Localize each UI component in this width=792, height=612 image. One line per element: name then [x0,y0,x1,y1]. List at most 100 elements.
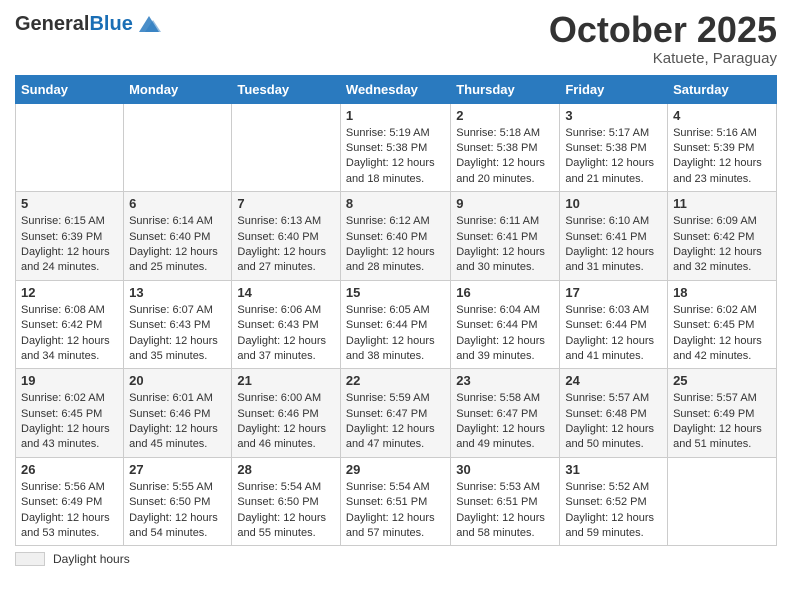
day-info: Sunrise: 5:18 AM Sunset: 5:38 PM Dayligh… [456,126,554,188]
day-number: 31 [565,462,662,477]
week-row-4: 26 Sunrise: 5:56 AM Sunset: 6:49 PM Dayli… [16,457,777,546]
day-cell: 19 Sunrise: 6:02 AM Sunset: 6:45 PM Dayli… [16,369,124,458]
day-info: Sunrise: 6:00 AM Sunset: 6:46 PM Dayligh… [237,391,335,453]
day-cell: 13Sunrise: 6:07 AM Sunset: 6:43 PM Dayli… [124,280,232,369]
day-info: Sunrise: 5:57 AM Sunset: 6:48 PM Dayligh… [565,391,662,453]
day-cell: 30Sunrise: 5:53 AM Sunset: 6:51 PM Dayli… [451,457,560,546]
day-cell: 15Sunrise: 6:05 AM Sunset: 6:44 PM Dayli… [340,280,450,369]
day-number: 21 [237,373,335,388]
day-info: Sunrise: 5:54 AM Sunset: 6:51 PM Dayligh… [346,480,445,542]
day-cell: 14Sunrise: 6:06 AM Sunset: 6:43 PM Dayli… [232,280,341,369]
day-number: 23 [456,373,554,388]
col-header-saturday: Saturday [668,75,777,103]
day-info: Sunrise: 5:56 AM Sunset: 6:49 PM Dayligh… [21,480,118,542]
day-cell [668,457,777,546]
day-number: 22 [346,373,445,388]
day-number: 18 [673,285,771,300]
logo-general-text: General [15,13,89,35]
col-header-monday: Monday [124,75,232,103]
day-number: 25 [673,373,771,388]
col-header-wednesday: Wednesday [340,75,450,103]
day-number: 26 [21,462,118,477]
calendar-table: SundayMondayTuesdayWednesdayThursdayFrid… [15,75,777,547]
month-title: October 2025 [549,10,777,50]
day-cell: 3 Sunrise: 5:17 AM Sunset: 5:38 PM Daylig… [560,103,668,192]
logo-icon [135,10,163,38]
day-cell: 10Sunrise: 6:10 AM Sunset: 6:41 PM Dayli… [560,192,668,281]
day-number: 27 [129,462,226,477]
day-info: Sunrise: 6:01 AM Sunset: 6:46 PM Dayligh… [129,391,226,453]
day-cell: 20Sunrise: 6:01 AM Sunset: 6:46 PM Dayli… [124,369,232,458]
day-number: 5 [21,196,118,211]
day-info: Sunrise: 5:17 AM Sunset: 5:38 PM Dayligh… [565,126,662,188]
day-info: Sunrise: 6:12 AM Sunset: 6:40 PM Dayligh… [346,214,445,276]
day-number: 6 [129,196,226,211]
week-row-2: 12 Sunrise: 6:08 AM Sunset: 6:42 PM Dayli… [16,280,777,369]
logo-blue-text: Blue [89,13,132,35]
day-cell: 28 Sunrise: 5:54 AM Sunset: 6:50 PM Dayli… [232,457,341,546]
week-row-0: 1 Sunrise: 5:19 AM Sunset: 5:38 PM Daylig… [16,103,777,192]
day-info: Sunrise: 6:04 AM Sunset: 6:44 PM Dayligh… [456,303,554,365]
day-cell: 11Sunrise: 6:09 AM Sunset: 6:42 PM Dayli… [668,192,777,281]
day-info: Sunrise: 6:08 AM Sunset: 6:42 PM Dayligh… [21,303,118,365]
day-cell: 21 Sunrise: 6:00 AM Sunset: 6:46 PM Dayli… [232,369,341,458]
day-cell: 7 Sunrise: 6:13 AM Sunset: 6:40 PM Daylig… [232,192,341,281]
day-number: 3 [565,108,662,123]
day-info: Sunrise: 5:57 AM Sunset: 6:49 PM Dayligh… [673,391,771,453]
daylight-label: Daylight hours [53,552,130,566]
day-number: 29 [346,462,445,477]
day-cell: 6 Sunrise: 6:14 AM Sunset: 6:40 PM Daylig… [124,192,232,281]
day-cell: 25 Sunrise: 5:57 AM Sunset: 6:49 PM Dayli… [668,369,777,458]
daylight-box [15,552,45,566]
day-info: Sunrise: 6:02 AM Sunset: 6:45 PM Dayligh… [21,391,118,453]
day-info: Sunrise: 6:05 AM Sunset: 6:44 PM Dayligh… [346,303,445,365]
day-cell [232,103,341,192]
day-info: Sunrise: 5:52 AM Sunset: 6:52 PM Dayligh… [565,480,662,542]
header-row: SundayMondayTuesdayWednesdayThursdayFrid… [16,75,777,103]
day-cell: 23 Sunrise: 5:58 AM Sunset: 6:47 PM Dayli… [451,369,560,458]
day-cell: 31 Sunrise: 5:52 AM Sunset: 6:52 PM Dayli… [560,457,668,546]
day-number: 2 [456,108,554,123]
day-cell: 8 Sunrise: 6:12 AM Sunset: 6:40 PM Daylig… [340,192,450,281]
day-info: Sunrise: 6:03 AM Sunset: 6:44 PM Dayligh… [565,303,662,365]
day-info: Sunrise: 5:19 AM Sunset: 5:38 PM Dayligh… [346,126,445,188]
col-header-thursday: Thursday [451,75,560,103]
day-info: Sunrise: 5:54 AM Sunset: 6:50 PM Dayligh… [237,480,335,542]
day-number: 19 [21,373,118,388]
day-number: 28 [237,462,335,477]
day-cell: 29 Sunrise: 5:54 AM Sunset: 6:51 PM Dayli… [340,457,450,546]
day-cell: 24 Sunrise: 5:57 AM Sunset: 6:48 PM Dayli… [560,369,668,458]
day-cell: 4Sunrise: 5:16 AM Sunset: 5:39 PM Daylig… [668,103,777,192]
day-cell: 12 Sunrise: 6:08 AM Sunset: 6:42 PM Dayli… [16,280,124,369]
day-cell [16,103,124,192]
day-cell: 2 Sunrise: 5:18 AM Sunset: 5:38 PM Daylig… [451,103,560,192]
day-cell: 22 Sunrise: 5:59 AM Sunset: 6:47 PM Dayli… [340,369,450,458]
day-info: Sunrise: 6:10 AM Sunset: 6:41 PM Dayligh… [565,214,662,276]
day-number: 1 [346,108,445,123]
logo: GeneralBlue [15,10,163,38]
day-number: 17 [565,285,662,300]
col-header-sunday: Sunday [16,75,124,103]
day-info: Sunrise: 5:59 AM Sunset: 6:47 PM Dayligh… [346,391,445,453]
day-info: Sunrise: 6:14 AM Sunset: 6:40 PM Dayligh… [129,214,226,276]
day-number: 24 [565,373,662,388]
day-number: 14 [237,285,335,300]
day-info: Sunrise: 6:11 AM Sunset: 6:41 PM Dayligh… [456,214,554,276]
col-header-friday: Friday [560,75,668,103]
day-cell: 1 Sunrise: 5:19 AM Sunset: 5:38 PM Daylig… [340,103,450,192]
day-number: 7 [237,196,335,211]
week-row-3: 19 Sunrise: 6:02 AM Sunset: 6:45 PM Dayli… [16,369,777,458]
page-header: GeneralBlue October 2025 Katuete, Paragu… [15,10,777,67]
day-cell: 18Sunrise: 6:02 AM Sunset: 6:45 PM Dayli… [668,280,777,369]
day-number: 11 [673,196,771,211]
day-info: Sunrise: 6:13 AM Sunset: 6:40 PM Dayligh… [237,214,335,276]
location: Katuete, Paraguay [549,50,777,67]
day-cell: 26 Sunrise: 5:56 AM Sunset: 6:49 PM Dayli… [16,457,124,546]
day-info: Sunrise: 6:07 AM Sunset: 6:43 PM Dayligh… [129,303,226,365]
day-number: 8 [346,196,445,211]
footer: Daylight hours [15,552,777,566]
day-number: 12 [21,285,118,300]
day-cell: 16Sunrise: 6:04 AM Sunset: 6:44 PM Dayli… [451,280,560,369]
day-info: Sunrise: 5:58 AM Sunset: 6:47 PM Dayligh… [456,391,554,453]
day-info: Sunrise: 5:55 AM Sunset: 6:50 PM Dayligh… [129,480,226,542]
